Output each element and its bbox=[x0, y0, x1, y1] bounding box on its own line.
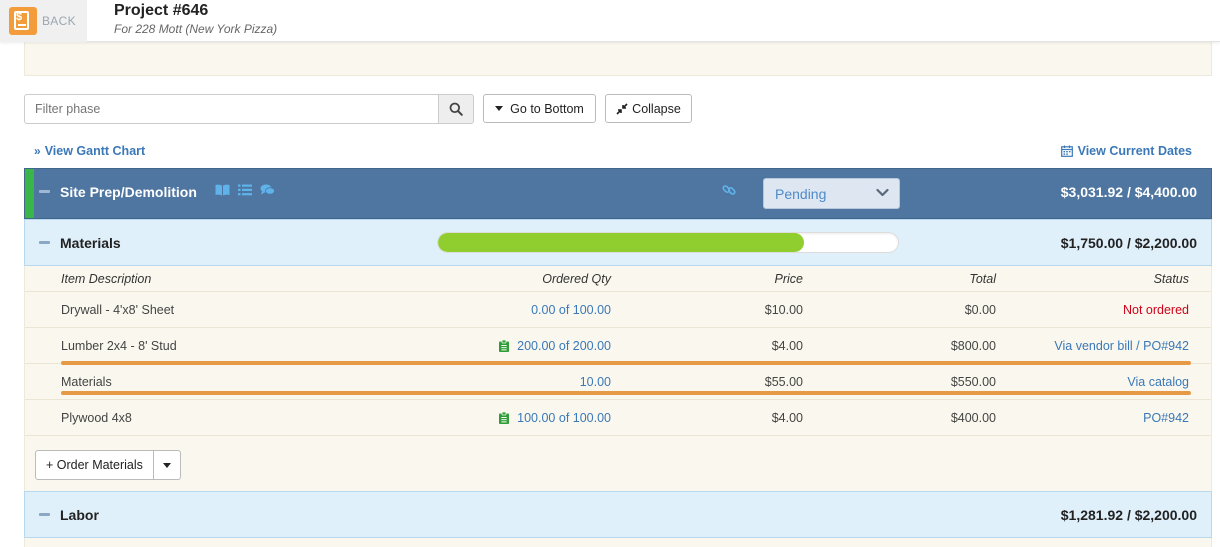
column-header-ordered-qty: Ordered Qty bbox=[542, 271, 611, 286]
phase-status-stripe bbox=[25, 169, 34, 218]
double-chevron-right-icon: » bbox=[34, 144, 41, 158]
info-band bbox=[24, 42, 1212, 76]
view-current-dates-label: View Current Dates bbox=[1077, 144, 1192, 158]
column-header-status: Status bbox=[1153, 271, 1189, 286]
phase-header: Site Prep/Demolition Pending $3,031.92 /… bbox=[24, 168, 1212, 219]
view-gantt-chart-label: View Gantt Chart bbox=[44, 144, 146, 158]
list-icon[interactable] bbox=[238, 184, 252, 196]
clipboard-check-icon bbox=[499, 339, 510, 352]
chevron-down-icon bbox=[876, 188, 889, 197]
collapse-label: Collapse bbox=[632, 101, 681, 116]
go-to-bottom-label: Go to Bottom bbox=[510, 101, 584, 116]
collapse-button[interactable]: Collapse bbox=[605, 94, 692, 123]
collapse-phase-icon[interactable] bbox=[39, 190, 50, 193]
clipboard-check-icon bbox=[499, 411, 510, 424]
materials-progress-fill bbox=[438, 233, 804, 252]
back-label: BACK bbox=[42, 14, 76, 28]
item-price: $10.00 bbox=[764, 302, 803, 317]
column-header-total: Total bbox=[969, 271, 996, 286]
view-current-dates-link[interactable]: View Current Dates bbox=[1060, 144, 1192, 158]
labor-body bbox=[24, 538, 1212, 547]
ordered-qty-value: 100.00 of 100.00 bbox=[517, 410, 611, 425]
view-gantt-chart-link[interactable]: » View Gantt Chart bbox=[34, 144, 145, 158]
go-to-bottom-button[interactable]: Go to Bottom bbox=[483, 94, 596, 123]
table-row[interactable]: Plywood 4x8 100.00 of 100.00 $4.00 $400.… bbox=[25, 400, 1211, 436]
back-button[interactable]: $ BACK bbox=[0, 0, 87, 42]
ordered-qty-link[interactable]: 200.00 of 200.00 bbox=[499, 328, 611, 363]
collapse-labor-icon[interactable] bbox=[39, 513, 50, 516]
caret-down-icon bbox=[495, 106, 504, 111]
ordered-qty-link[interactable]: 0.00 of 100.00 bbox=[531, 292, 611, 327]
project-title: Project #646 bbox=[114, 2, 209, 19]
phase-status-value: Pending bbox=[775, 185, 827, 202]
caret-down-icon bbox=[162, 462, 171, 468]
comments-icon[interactable] bbox=[260, 184, 275, 196]
item-total: $0.00 bbox=[964, 302, 996, 317]
ordered-qty-link[interactable]: 100.00 of 100.00 bbox=[499, 400, 611, 435]
compress-icon bbox=[616, 102, 628, 115]
phase-status-select[interactable]: Pending bbox=[763, 178, 900, 209]
item-status: Not ordered bbox=[1122, 302, 1189, 317]
item-description: Plywood 4x8 bbox=[61, 410, 132, 425]
item-status-link[interactable]: Via vendor bill / PO#942 bbox=[1054, 328, 1189, 363]
collapse-materials-icon[interactable] bbox=[39, 241, 50, 244]
column-header-description: Item Description bbox=[61, 271, 152, 286]
materials-table: Item Description Ordered Qty Price Total… bbox=[24, 266, 1212, 492]
phase-total: $3,031.92 / $4,400.00 bbox=[1060, 184, 1197, 200]
materials-progress-bar bbox=[437, 232, 899, 253]
order-materials-button[interactable]: + Order Materials bbox=[35, 450, 154, 480]
table-row[interactable]: Lumber 2x4 - 8' Stud 200.00 of 200.00 $4… bbox=[25, 328, 1211, 364]
search-button[interactable] bbox=[438, 94, 474, 124]
order-materials-button-group: + Order Materials bbox=[35, 450, 181, 480]
row-highlight-bottom bbox=[61, 391, 1191, 395]
order-materials-dropdown-toggle[interactable] bbox=[153, 450, 181, 480]
materials-section-header: Materials $1,750.00 / $2,200.00 bbox=[24, 219, 1212, 266]
project-subtitle: For 228 Mott (New York Pizza) bbox=[114, 22, 278, 36]
labor-title[interactable]: Labor bbox=[60, 507, 99, 523]
item-status-link[interactable]: PO#942 bbox=[1143, 400, 1189, 435]
item-total: $800.00 bbox=[950, 338, 996, 353]
filter-phase-input[interactable] bbox=[24, 94, 439, 124]
phase-icon-group bbox=[215, 184, 275, 196]
labor-section-header: Labor $1,281.92 / $2,200.00 bbox=[24, 491, 1212, 538]
table-row[interactable]: Drywall - 4'x8' Sheet 0.00 of 100.00 $10… bbox=[25, 292, 1211, 328]
phase-title[interactable]: Site Prep/Demolition bbox=[60, 184, 197, 200]
search-icon bbox=[449, 102, 463, 116]
item-description: Drywall - 4'x8' Sheet bbox=[61, 302, 175, 317]
column-header-price: Price bbox=[774, 271, 803, 286]
ordered-qty-value: 200.00 of 200.00 bbox=[517, 338, 611, 353]
book-icon[interactable] bbox=[215, 184, 230, 196]
item-description: Lumber 2x4 - 8' Stud bbox=[61, 338, 177, 353]
item-price: $4.00 bbox=[771, 338, 803, 353]
top-header: $ BACK Project #646 For 228 Mott (New Yo… bbox=[0, 0, 1220, 42]
materials-total: $1,750.00 / $2,200.00 bbox=[1060, 235, 1197, 251]
calendar-icon bbox=[1060, 145, 1073, 157]
invoice-icon: $ bbox=[9, 7, 37, 35]
link-icon[interactable] bbox=[722, 183, 736, 197]
table-header-row: Item Description Ordered Qty Price Total… bbox=[25, 266, 1211, 292]
labor-total: $1,281.92 / $2,200.00 bbox=[1060, 507, 1197, 523]
item-total: $400.00 bbox=[950, 410, 996, 425]
item-price: $4.00 bbox=[771, 410, 803, 425]
materials-title[interactable]: Materials bbox=[60, 235, 121, 251]
